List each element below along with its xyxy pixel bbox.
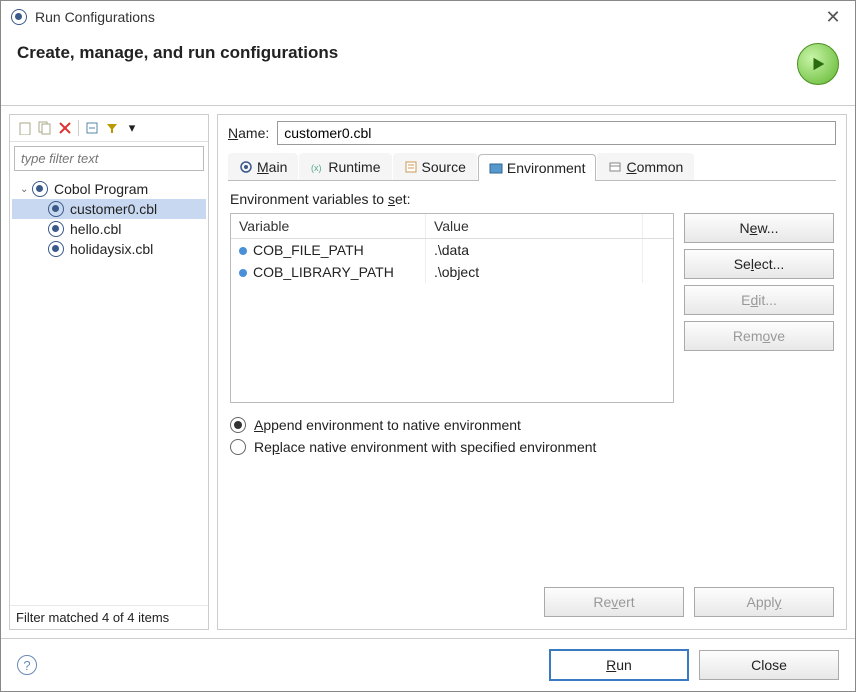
tree-item-label: customer0.cbl bbox=[70, 201, 157, 217]
new-button[interactable]: New... bbox=[684, 213, 834, 243]
target-icon bbox=[32, 181, 48, 197]
titlebar: Run Configurations ✕ bbox=[1, 1, 855, 33]
close-button[interactable]: Close bbox=[699, 650, 839, 680]
tree-root-cobol-program[interactable]: ⌄ Cobol Program bbox=[12, 179, 206, 199]
col-variable[interactable]: Variable bbox=[231, 214, 425, 239]
header: Create, manage, and run configurations bbox=[1, 33, 855, 105]
env-section-label: Environment variables to set: bbox=[230, 191, 834, 207]
tree-item-label: holidaysix.cbl bbox=[70, 241, 153, 257]
environment-icon bbox=[489, 161, 503, 175]
run-button[interactable]: Run bbox=[549, 649, 689, 681]
tree-item-hello[interactable]: hello.cbl bbox=[12, 219, 206, 239]
tab-bar: Main (x) Runtime Source Environment Comm… bbox=[228, 153, 836, 181]
filter-input[interactable] bbox=[14, 146, 204, 171]
tab-main[interactable]: Main bbox=[228, 153, 298, 180]
tree-root-label: Cobol Program bbox=[54, 181, 148, 197]
name-input[interactable] bbox=[277, 121, 836, 145]
radio-icon bbox=[230, 417, 246, 433]
help-icon[interactable]: ? bbox=[17, 655, 37, 675]
tab-source[interactable]: Source bbox=[393, 153, 477, 180]
tab-runtime[interactable]: (x) Runtime bbox=[299, 153, 391, 180]
col-spacer bbox=[642, 214, 673, 239]
duplicate-config-icon[interactable] bbox=[36, 119, 54, 137]
config-detail-panel: Name: Main (x) Runtime Source Environmen… bbox=[217, 114, 847, 630]
toolbar-separator bbox=[78, 120, 79, 136]
target-icon bbox=[48, 221, 64, 237]
bullet-icon bbox=[239, 269, 247, 277]
app-icon bbox=[11, 9, 27, 25]
table-row[interactable]: COB_LIBRARY_PATH .\object bbox=[231, 261, 673, 283]
chevron-down-icon[interactable]: ⌄ bbox=[20, 184, 32, 195]
remove-button: Remove bbox=[684, 321, 834, 351]
window-title: Run Configurations bbox=[35, 9, 821, 25]
runtime-icon: (x) bbox=[310, 160, 324, 174]
delete-config-icon[interactable] bbox=[56, 119, 74, 137]
tree-item-label: hello.cbl bbox=[70, 221, 121, 237]
svg-text:(x): (x) bbox=[311, 163, 322, 173]
target-icon bbox=[239, 160, 253, 174]
config-tree: ⌄ Cobol Program customer0.cbl hello.cbl … bbox=[10, 175, 208, 605]
name-label: Name: bbox=[228, 125, 269, 141]
dialog-footer: ? Run Close bbox=[1, 638, 855, 691]
common-icon bbox=[608, 160, 622, 174]
filter-status: Filter matched 4 of 4 items bbox=[10, 605, 208, 629]
run-play-icon bbox=[797, 43, 839, 85]
tab-environment[interactable]: Environment bbox=[478, 154, 597, 181]
toolbar-menu-icon[interactable]: ▾ bbox=[123, 119, 141, 137]
select-button[interactable]: Select... bbox=[684, 249, 834, 279]
source-icon bbox=[404, 160, 418, 174]
bullet-icon bbox=[239, 247, 247, 255]
env-mode-radios: Append environment to native environment… bbox=[230, 417, 834, 461]
collapse-all-icon[interactable] bbox=[83, 119, 101, 137]
tab-common[interactable]: Common bbox=[597, 153, 694, 180]
edit-button: Edit... bbox=[684, 285, 834, 315]
apply-button: Apply bbox=[694, 587, 834, 617]
env-vars-table[interactable]: Variable Value COB_FILE_PATH .\data bbox=[230, 213, 674, 403]
revert-button: Revert bbox=[544, 587, 684, 617]
target-icon bbox=[48, 241, 64, 257]
table-row[interactable]: COB_FILE_PATH .\data bbox=[231, 239, 673, 262]
close-icon[interactable]: ✕ bbox=[821, 5, 845, 29]
config-sidebar: ▾ ⌄ Cobol Program customer0.cbl hello.cb… bbox=[9, 114, 209, 630]
radio-append[interactable]: Append environment to native environment bbox=[230, 417, 834, 433]
radio-icon bbox=[230, 439, 246, 455]
tree-item-customer0[interactable]: customer0.cbl bbox=[12, 199, 206, 219]
col-value[interactable]: Value bbox=[425, 214, 642, 239]
target-icon bbox=[48, 201, 64, 217]
page-title: Create, manage, and run configurations bbox=[17, 43, 797, 63]
radio-replace[interactable]: Replace native environment with specifie… bbox=[230, 439, 834, 455]
env-buttons: New... Select... Edit... Remove bbox=[684, 213, 834, 351]
tree-item-holidaysix[interactable]: holidaysix.cbl bbox=[12, 239, 206, 259]
tab-content-environment: Environment variables to set: Variable V… bbox=[228, 181, 836, 623]
filter-icon[interactable] bbox=[103, 119, 121, 137]
sidebar-toolbar: ▾ bbox=[10, 115, 208, 142]
new-config-icon[interactable] bbox=[16, 119, 34, 137]
